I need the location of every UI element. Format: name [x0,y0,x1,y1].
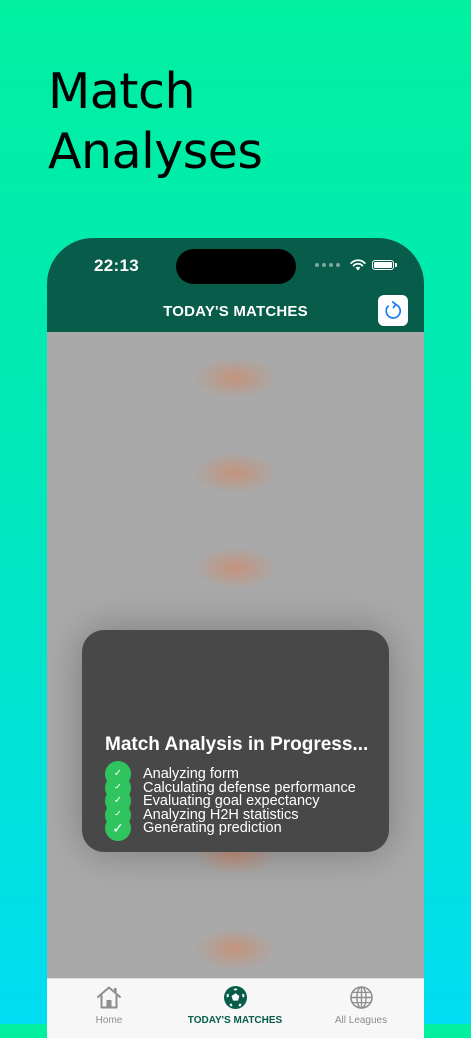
tab-todays-matches-label: TODAY'S MATCHES [187,1015,283,1026]
analysis-title: Match Analysis in Progress... [105,734,369,755]
analysis-step-label: Generating prediction [143,820,282,836]
page-title: TODAY'S MATCHES [163,303,308,320]
analysis-progress-hud: Match Analysis in Progress... ✓ Analyzin… [82,630,389,852]
phone-screen: 22:13 TODAY'S MATCHES Match Analysis in … [47,238,424,1038]
promo-headline-line1: Match [48,63,196,120]
blurred-match-item [195,548,275,588]
matches-list-blurred: Match Analysis in Progress... ✓ Analyzin… [47,332,424,978]
blurred-match-item [195,929,275,969]
tab-all-leagues-label: All Leagues [334,1015,388,1026]
house-icon [97,986,121,1009]
analysis-steps: ✓ Analyzing form ✓ Calculating defense p… [105,761,373,841]
blurred-match-item [195,453,275,493]
promo-headline-line2: Analyses [48,123,263,180]
analysis-step: ✓ Generating prediction [105,815,373,841]
navigation-bar: 22:13 TODAY'S MATCHES [47,238,424,332]
soccer-ball-icon [223,986,247,1009]
tab-all-leagues[interactable]: All Leagues [301,985,421,1026]
blurred-match-item [195,358,275,398]
checkmark-icon: ✓ [105,815,131,841]
analysis-step: ✓ Analyzing form [105,761,373,787]
tab-todays-matches[interactable]: TODAY'S MATCHES [175,985,295,1026]
tab-home-label: Home [95,1015,123,1026]
wifi-icon [350,259,366,271]
cellular-signal-icon [315,263,340,267]
globe-icon [349,986,373,1009]
analysis-step: ✓ Analyzing H2H statistics [105,801,373,828]
dynamic-island [176,249,296,284]
status-time: 22:13 [94,256,139,275]
status-icons [315,259,397,271]
refresh-button[interactable] [378,295,408,326]
analysis-step: ✓ Evaluating goal expectancy [105,788,373,814]
refresh-icon [385,300,402,319]
tab-home[interactable]: Home [49,985,169,1026]
analysis-step: ✓ Calculating defense performance [105,774,373,801]
battery-icon [372,260,397,270]
tab-bar: Home TODAY'S MATCHES All Leagues [47,978,424,1038]
promo-headline: Match Analyses [48,62,263,182]
